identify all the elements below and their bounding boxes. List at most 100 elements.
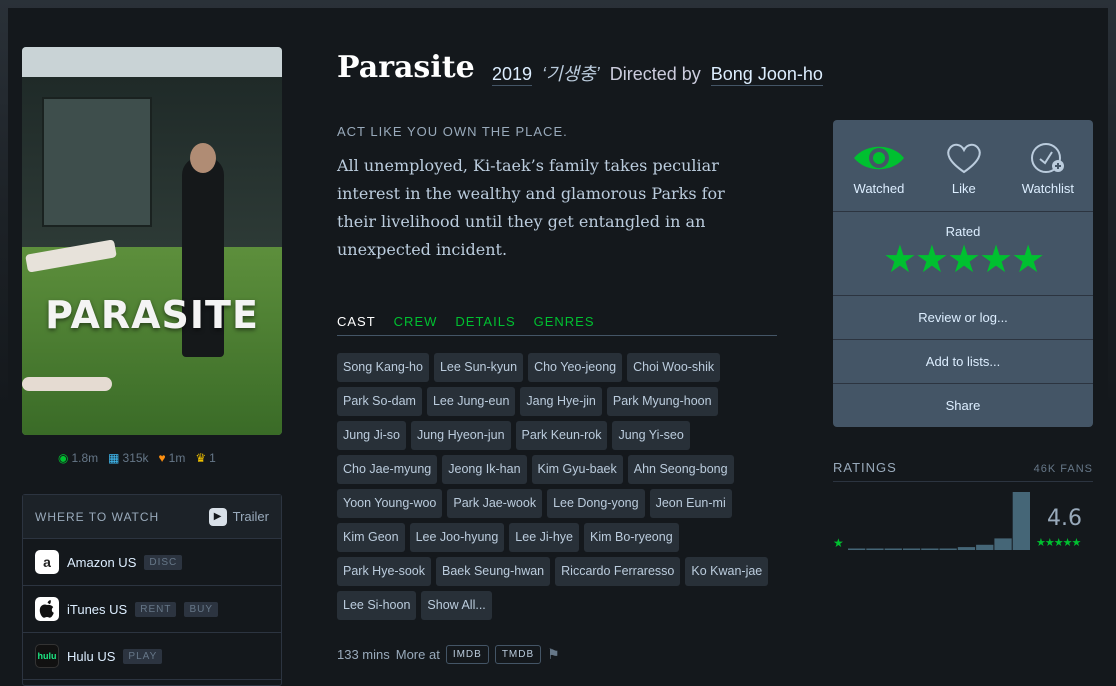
report-flag-icon[interactable]: ⚑ xyxy=(547,646,560,663)
service-tag[interactable]: DISC xyxy=(144,554,183,570)
cast-member-chip[interactable]: Ahn Seong-bong xyxy=(627,455,734,484)
cast-member-chip[interactable]: Lee Ji-hye xyxy=(509,523,579,552)
amazon-icon: a xyxy=(35,550,59,574)
cast-member-chip[interactable]: Lee Sun-kyun xyxy=(433,353,524,382)
service-amazon[interactable]: a Amazon US DISC xyxy=(23,539,281,586)
cast-member-chip[interactable]: Kim Geon xyxy=(337,523,405,552)
eye-icon: ◉ xyxy=(58,451,69,465)
cast-member-chip[interactable]: Kim Bo-ryeong xyxy=(583,523,679,552)
service-tag[interactable]: RENT xyxy=(135,601,177,617)
cast-member-chip[interactable]: Riccardo Ferraresso xyxy=(555,557,681,586)
watchlist-button[interactable]: Watchlist xyxy=(1022,141,1074,196)
ratings-fans[interactable]: 46K FANS xyxy=(1034,463,1093,475)
cast-member-chip[interactable]: Lee Joo-hyung xyxy=(409,523,505,552)
histogram-bar[interactable] xyxy=(1012,492,1030,550)
service-tag[interactable]: BUY xyxy=(184,601,219,617)
play-icon: ▶ xyxy=(208,507,227,526)
heart-icon: ♥ xyxy=(158,451,166,465)
tab-crew[interactable]: CREW xyxy=(394,314,438,335)
apple-icon xyxy=(35,597,59,621)
cast-member-chip[interactable]: Jung Ji-so xyxy=(337,421,406,450)
cast-member-chip[interactable]: Jeon Eun-mi xyxy=(649,489,732,518)
histogram-bar[interactable] xyxy=(902,548,921,551)
histogram-bar[interactable] xyxy=(994,538,1012,550)
histogram-bar[interactable] xyxy=(866,548,884,551)
histogram-bar[interactable] xyxy=(884,548,902,551)
director-link[interactable]: Bong Joon-ho xyxy=(710,64,823,86)
watched-button[interactable]: Watched xyxy=(852,141,906,196)
rating-section: Rated ★★★★★ xyxy=(833,212,1093,296)
tab-details[interactable]: DETAILS xyxy=(455,314,515,335)
film-stats: ◉ 1.8m ▦ 315k ♥ 1m ♛ 1 xyxy=(58,451,216,465)
crown-icon: ♛ xyxy=(195,451,207,465)
film-year-link[interactable]: 2019 xyxy=(492,64,533,86)
imdb-button[interactable]: IMDB xyxy=(445,645,489,664)
tab-cast[interactable]: CAST xyxy=(337,314,376,335)
ratings-title[interactable]: RATINGS xyxy=(833,460,897,475)
film-synopsis: All unemployed, Ki-taek’s family takes p… xyxy=(337,156,725,259)
service-itunes[interactable]: iTunes US RENT BUY xyxy=(23,586,281,633)
cast-member-chip[interactable]: Jeong Ik-han xyxy=(442,455,527,484)
cast-member-chip[interactable]: Yoon Young-woo xyxy=(337,489,443,518)
histogram-bar[interactable] xyxy=(921,548,939,551)
action-buttons: Watched Like Watchlist xyxy=(833,120,1093,212)
poster-window xyxy=(42,97,152,227)
ratings-histogram[interactable] xyxy=(848,492,1030,550)
histogram-bar[interactable] xyxy=(976,544,994,550)
like-button[interactable]: Like xyxy=(944,141,984,196)
cast-member-chip[interactable]: Jang Hye-jin xyxy=(520,387,602,416)
cast-member-chip[interactable]: Baek Seung-hwan xyxy=(435,557,551,586)
service-hulu[interactable]: hulu Hulu US PLAY xyxy=(23,633,281,680)
film-meta: 2019 ‘기생충’ Directed by Bong Joon-ho xyxy=(492,60,823,86)
poster-grass xyxy=(22,247,282,435)
user-actions-panel: Watched Like Watchlist Rated ★★★★★ Revie… xyxy=(833,120,1093,427)
cast-member-chip[interactable]: Lee Si-hoon xyxy=(337,591,417,620)
cast-member-chip[interactable]: Kim Gyu-baek xyxy=(531,455,623,484)
average-rating[interactable]: 4.6 xyxy=(1047,506,1082,531)
original-title: ‘기생충’ xyxy=(542,64,600,84)
likes-count[interactable]: ♥ 1m xyxy=(159,451,186,465)
cast-member-chip[interactable]: Park Myung-hoon xyxy=(606,387,718,416)
lists-count[interactable]: ▦ 315k xyxy=(108,451,148,465)
where-to-watch-title: WHERE TO WATCH xyxy=(35,509,160,524)
trailer-link[interactable]: ▶ Trailer xyxy=(208,507,269,526)
cast-member-chip[interactable]: Cho Jae-myung xyxy=(337,455,438,484)
info-tabs: CAST CREW DETAILS GENRES xyxy=(337,314,777,336)
ratings-header: RATINGS 46K FANS xyxy=(833,460,1093,482)
add-to-lists-button[interactable]: Add to lists... xyxy=(833,340,1093,384)
service-tag[interactable]: PLAY xyxy=(123,648,163,664)
cast-member-chip[interactable]: Park Jae-wook xyxy=(447,489,543,518)
tmdb-button[interactable]: TMDB xyxy=(494,645,542,664)
cast-member-chip[interactable]: Jung Yi-seo xyxy=(612,421,690,450)
histogram-bar[interactable] xyxy=(939,548,957,551)
film-tagline: ACT LIKE YOU OWN THE PLACE. xyxy=(337,124,568,139)
where-to-watch-header: WHERE TO WATCH ▶ Trailer xyxy=(23,495,281,539)
user-star-rating[interactable]: ★★★★★ xyxy=(833,239,1093,281)
cast-member-chip[interactable]: Park So-dam xyxy=(337,387,422,416)
watched-count[interactable]: ◉ 1.8m xyxy=(58,451,98,465)
histogram-bar[interactable] xyxy=(848,548,866,551)
cast-member-chip[interactable]: Cho Yeo-jeong xyxy=(528,353,623,382)
cast-member-chip[interactable]: Jung Hyeon-jun xyxy=(410,421,511,450)
cast-member-chip[interactable]: Park Hye-sook xyxy=(337,557,431,586)
cast-member-chip[interactable]: Song Kang-ho xyxy=(337,353,429,382)
show-all-cast-button[interactable]: Show All... xyxy=(421,591,492,620)
rated-label: Rated xyxy=(945,224,981,239)
heart-icon xyxy=(947,143,981,174)
more-at-label: More at xyxy=(395,647,440,662)
runtime: 133 mins xyxy=(337,647,390,662)
share-button[interactable]: Share xyxy=(833,384,1093,427)
cast-member-chip[interactable]: Choi Woo-shik xyxy=(627,353,721,382)
cast-member-chip[interactable]: Lee Jung-eun xyxy=(426,387,516,416)
cast-member-chip[interactable]: Park Keun-rok xyxy=(515,421,608,450)
top-count[interactable]: ♛ 1 xyxy=(195,451,215,465)
max-rating-stars: ★★★★★ xyxy=(1036,537,1081,549)
film-poster[interactable]: PARASITE xyxy=(22,47,282,435)
poster-legs xyxy=(22,377,112,391)
cast-member-chip[interactable]: Lee Dong-yong xyxy=(547,489,645,518)
tab-genres[interactable]: GENRES xyxy=(534,314,595,335)
review-or-log-button[interactable]: Review or log... xyxy=(833,296,1093,340)
cast-member-chip[interactable]: Ko Kwan-jae xyxy=(685,557,769,586)
cast-list: Song Kang-ho Lee Sun-kyun Cho Yeo-jeong Cho… xyxy=(337,353,777,620)
histogram-bar[interactable] xyxy=(957,547,976,550)
